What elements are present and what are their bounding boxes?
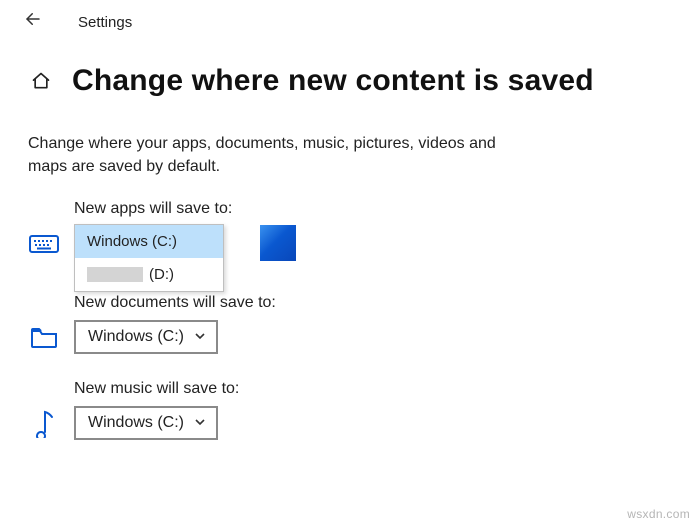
- documents-drive-dropdown[interactable]: Windows (C:): [74, 320, 218, 354]
- dropdown-selected: Windows (C:): [88, 414, 184, 432]
- dropdown-option-d[interactable]: (D:): [75, 258, 223, 291]
- apps-drive-dropdown-list[interactable]: Windows (C:) (D:): [74, 224, 224, 292]
- option-label: Windows (C:): [87, 233, 177, 250]
- dropdown-selected: Windows (C:): [88, 328, 184, 346]
- documents-row: Windows (C:): [28, 320, 700, 354]
- chevron-down-icon: [194, 330, 206, 345]
- arrow-left-icon: [24, 10, 42, 28]
- apps-label: New apps will save to:: [74, 200, 700, 218]
- music-label: New music will save to:: [74, 380, 700, 398]
- music-note-icon: [28, 409, 60, 437]
- back-button[interactable]: [18, 8, 48, 36]
- page-title: Change where new content is saved: [72, 64, 594, 98]
- option-label-suffix: (D:): [149, 266, 174, 283]
- page-description: Change where your apps, documents, music…: [0, 108, 560, 178]
- home-icon[interactable]: [30, 71, 52, 91]
- dropdown-option-c[interactable]: Windows (C:): [75, 225, 223, 258]
- documents-label: New documents will save to:: [74, 294, 700, 312]
- section-apps: New apps will save to: Windows (C:) (D:): [0, 178, 700, 262]
- music-row: Windows (C:): [28, 406, 700, 440]
- apply-button[interactable]: [260, 225, 296, 261]
- chevron-down-icon: [194, 416, 206, 431]
- folder-icon: [28, 323, 60, 351]
- apps-row: Windows (C:) (D:): [28, 226, 700, 262]
- section-music: New music will save to: Windows (C:): [0, 354, 700, 440]
- watermark: wsxdn.com: [627, 507, 690, 521]
- redacted-drive-name: [87, 267, 143, 282]
- keyboard-icon: [28, 230, 60, 258]
- app-title: Settings: [78, 14, 132, 31]
- music-drive-dropdown[interactable]: Windows (C:): [74, 406, 218, 440]
- settings-header: Settings: [0, 0, 700, 40]
- page-title-row: Change where new content is saved: [0, 40, 700, 108]
